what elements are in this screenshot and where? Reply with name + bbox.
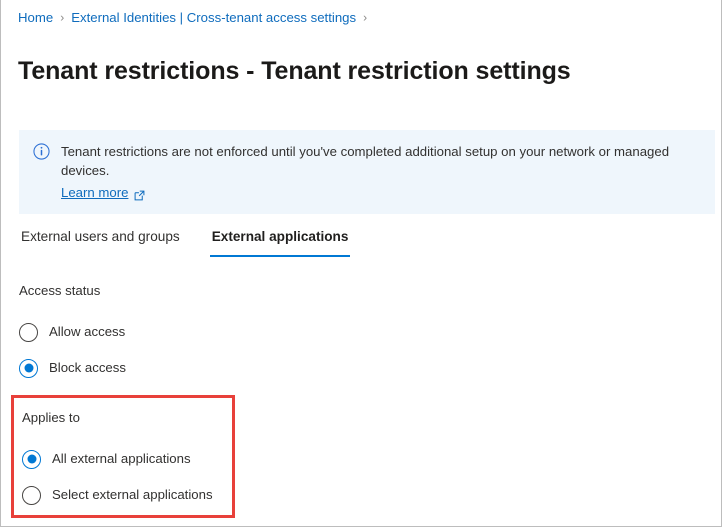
external-link-icon[interactable] [134, 187, 145, 198]
radio-circle-selected-icon[interactable] [22, 450, 41, 469]
learn-more-link[interactable]: Learn more [61, 183, 128, 202]
radio-circle-icon[interactable] [22, 486, 41, 505]
applies-to-radio-group: All external applications Select externa… [22, 446, 232, 508]
radio-all-external-applications[interactable]: All external applications [22, 446, 232, 472]
breadcrumb-item-home[interactable]: Home [18, 10, 53, 26]
radio-block-access-label: Block access [49, 359, 126, 377]
applies-to-section-highlight: Applies to All external applications Sel… [11, 395, 235, 518]
radio-allow-access-label: Allow access [49, 323, 125, 341]
breadcrumb-item-external-identities[interactable]: External Identities | Cross-tenant acces… [71, 10, 356, 26]
access-status-radio-group: Allow access Block access [19, 319, 126, 381]
radio-block-access[interactable]: Block access [19, 355, 126, 381]
banner-message: Tenant restrictions are not enforced unt… [61, 142, 703, 180]
applies-to-label: Applies to [22, 409, 232, 427]
breadcrumb-separator-icon: › [363, 10, 367, 26]
tenant-restrictions-page: Home › External Identities | Cross-tenan… [0, 0, 722, 527]
breadcrumb: Home › External Identities | Cross-tenan… [18, 10, 374, 26]
tab-external-applications[interactable]: External applications [210, 224, 351, 257]
radio-allow-access[interactable]: Allow access [19, 319, 126, 345]
tab-external-users-and-groups[interactable]: External users and groups [19, 224, 182, 257]
page-title: Tenant restrictions - Tenant restriction… [18, 55, 571, 87]
banner-link-row: Learn more [61, 183, 703, 202]
banner-body: Tenant restrictions are not enforced unt… [61, 142, 703, 202]
radio-circle-icon[interactable] [19, 323, 38, 342]
tabstrip: External users and groups External appli… [19, 224, 378, 257]
radio-all-external-applications-label: All external applications [52, 450, 191, 468]
breadcrumb-separator-icon: › [60, 10, 64, 26]
radio-circle-selected-icon[interactable] [19, 359, 38, 378]
access-status-section: Access status Allow access Block access [19, 282, 126, 381]
access-status-label: Access status [19, 282, 126, 300]
radio-select-external-applications[interactable]: Select external applications [22, 482, 232, 508]
info-circle-icon [33, 143, 50, 160]
radio-select-external-applications-label: Select external applications [52, 486, 213, 504]
info-banner: Tenant restrictions are not enforced unt… [19, 130, 715, 214]
